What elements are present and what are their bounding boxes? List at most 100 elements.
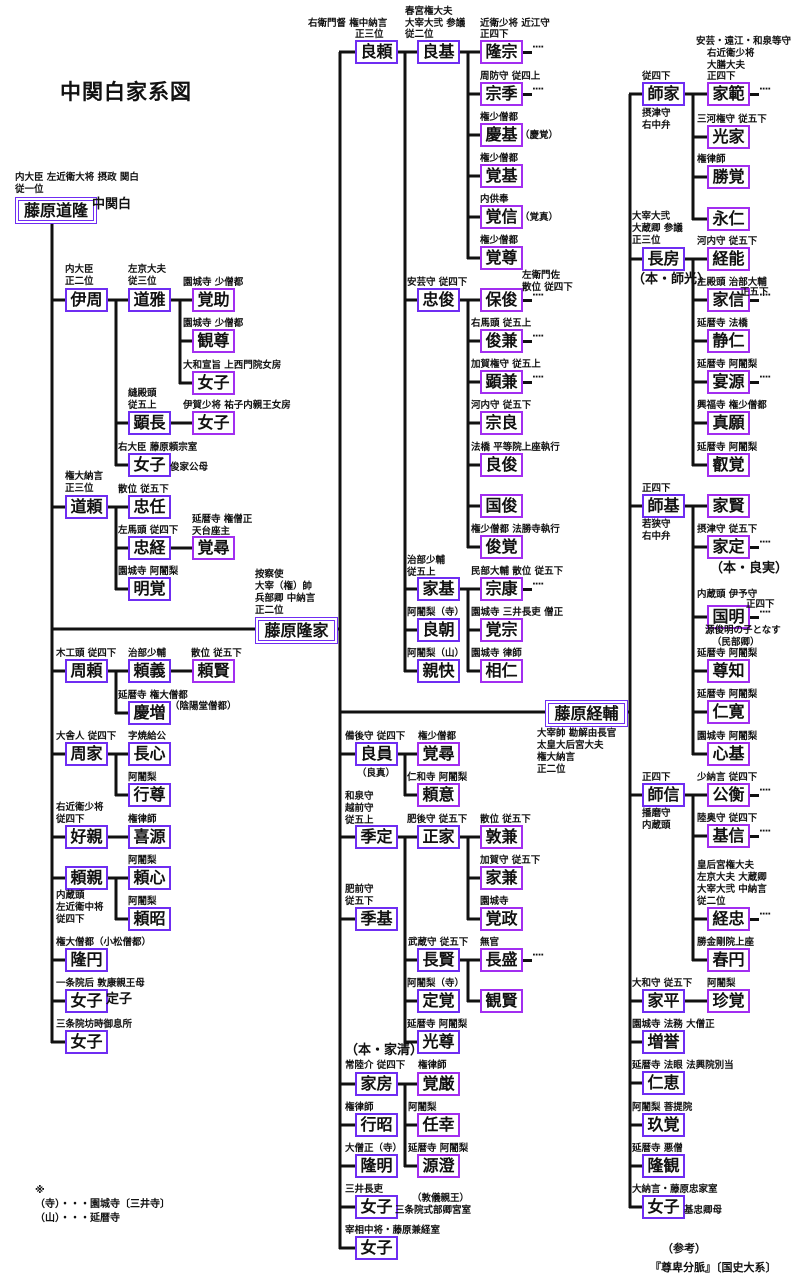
person-box: 季基 — [355, 907, 398, 931]
page-title: 中関白家系図 — [60, 80, 192, 104]
person-note: 正二位 — [537, 764, 566, 775]
person-box: 藤原隆家 — [255, 617, 338, 644]
person-box: 春円 — [707, 948, 750, 972]
person-note: 宰相中将・藤原兼経室 — [345, 1225, 441, 1236]
person-box: 道頼 — [65, 495, 108, 519]
person-note: 延暦寺 悪僧 — [632, 1143, 683, 1154]
person-note: 内蔵頭 — [56, 890, 85, 901]
person-note: 従一位 — [15, 184, 44, 195]
person-note: 左京大夫 大蔵卿 — [697, 872, 767, 883]
person-box: 保俊 — [480, 288, 523, 312]
person-note: 正四下 — [707, 71, 736, 82]
person-note: 右中弁 — [642, 120, 671, 131]
continuation-dots — [523, 372, 543, 384]
person-box: 家基 — [417, 577, 460, 601]
person-box: 頼親 — [65, 866, 108, 890]
person-note: 散位 従四下 — [522, 282, 573, 293]
person-note: 武蔵守 従五下 — [408, 937, 469, 948]
continuation-dots — [523, 290, 543, 302]
person-note: 一条院后 敦康親王母 — [56, 978, 145, 989]
person-note: 少納言 従四下 — [697, 772, 758, 783]
person-note: 従二位 — [405, 29, 434, 40]
person-box: 顕兼 — [480, 370, 523, 394]
person-note: 河内守 従五下 — [697, 236, 758, 247]
person-note: 園城寺 — [480, 896, 509, 907]
person-box: 覚信 — [480, 205, 523, 229]
person-box: 女子 — [128, 453, 171, 477]
person-note: 散位 従五下 — [480, 814, 531, 825]
person-note: 延暦寺 法眼 法興院別当 — [632, 1060, 734, 1071]
person-note: （慶覚） — [520, 130, 559, 141]
person-box: 明覚 — [128, 577, 171, 601]
person-box: 隆観 — [642, 1154, 685, 1178]
person-box: 玖覚 — [642, 1113, 685, 1137]
person-note: 大和守 従五下 — [632, 978, 693, 989]
person-note: 延暦寺 阿闍梨 — [697, 442, 758, 453]
person-box: 勝覚 — [707, 165, 750, 189]
person-note: 縫殿頭 — [128, 388, 157, 399]
person-note: 正二位 — [65, 276, 94, 287]
person-note: 正三位 — [65, 483, 94, 494]
person-box: 宗良 — [480, 411, 523, 435]
person-note: 阿闍梨（寺） — [407, 607, 465, 618]
person-note: 三河権守 従五下 — [697, 114, 767, 125]
person-box: 良基 — [417, 40, 460, 64]
person-note: （陰陽堂僧都） — [170, 701, 237, 712]
person-box: 叡覚 — [707, 453, 750, 477]
person-note: 左近衛中将 — [56, 902, 104, 913]
person-note: 民部大輔 散位 従五下 — [471, 566, 564, 577]
person-note: 安芸・遠江・和泉等守 — [696, 36, 792, 47]
person-box: 隆明 — [355, 1154, 398, 1178]
person-note: 左衛門佐 — [522, 270, 561, 281]
person-box: 長心 — [128, 742, 171, 766]
person-box: 喜源 — [128, 825, 171, 849]
person-note: 従四下 — [642, 71, 671, 82]
person-box: 正家 — [417, 825, 460, 849]
person-note: 源俊明の子となす — [705, 625, 781, 636]
person-note: 備後守 従四下 — [345, 731, 406, 742]
person-note: 定子 — [106, 992, 133, 1007]
person-note: 延暦寺 阿闍梨 — [697, 359, 758, 370]
person-note: 園城寺 律師 — [471, 648, 522, 659]
person-note: 中関白 — [92, 197, 132, 212]
person-box: 家定 — [707, 535, 750, 559]
person-note: 阿闍梨 — [707, 978, 736, 989]
person-note: 延暦寺 阿闍梨 — [697, 648, 758, 659]
person-box: 覚尊 — [480, 246, 523, 270]
person-box: 永仁 — [707, 207, 750, 231]
person-box: 頼昭 — [128, 907, 171, 931]
person-box: 女子 — [65, 1030, 108, 1054]
person-box: 藤原経輔 — [545, 700, 628, 727]
person-note: 権律師 — [418, 1060, 447, 1071]
person-note: 左馬頭 従四下 — [118, 525, 179, 536]
person-box: 女子 — [192, 371, 235, 395]
person-box: 家兼 — [480, 866, 523, 890]
person-box: 季定 — [355, 825, 398, 849]
person-note: 右馬頭 従五上 — [471, 318, 532, 329]
person-box: 長房 — [642, 247, 685, 271]
person-box: 国俊 — [480, 494, 523, 518]
person-note: 従四下 — [56, 914, 85, 925]
person-box: 仁寛 — [707, 700, 750, 724]
person-note: 園城寺 阿闍梨 — [118, 566, 179, 577]
person-note: 按察使 — [255, 569, 284, 580]
person-note: 皇后宮権大夫 — [697, 860, 755, 871]
person-note: 権律師 — [128, 814, 157, 825]
person-box: 真願 — [707, 411, 750, 435]
person-note: 従五下 — [345, 896, 374, 907]
person-note: 権大納言 — [65, 471, 104, 482]
person-note: 大蔵卿 参議 — [632, 223, 683, 234]
person-note: 延暦寺 権僧正 — [192, 514, 253, 525]
footnote: ※ （寺）・・・園城寺〔三井寺〕 （山）・・・延暦寺 — [35, 1184, 170, 1226]
person-box: 女子 — [355, 1195, 398, 1219]
person-note: 肥後守 従五下 — [407, 814, 468, 825]
person-box: 経能 — [707, 247, 750, 271]
person-box: 仁恵 — [642, 1071, 685, 1095]
person-note: 越前守 — [345, 803, 374, 814]
person-note: 従五上 — [407, 567, 436, 578]
person-note: 加賀権守 従五上 — [471, 359, 541, 370]
person-note: 木工頭 従四下 — [56, 648, 117, 659]
person-box: 家房 — [355, 1072, 398, 1096]
person-note: 延暦寺 阿闍梨 — [697, 689, 758, 700]
person-note: 従三位 — [128, 276, 157, 287]
